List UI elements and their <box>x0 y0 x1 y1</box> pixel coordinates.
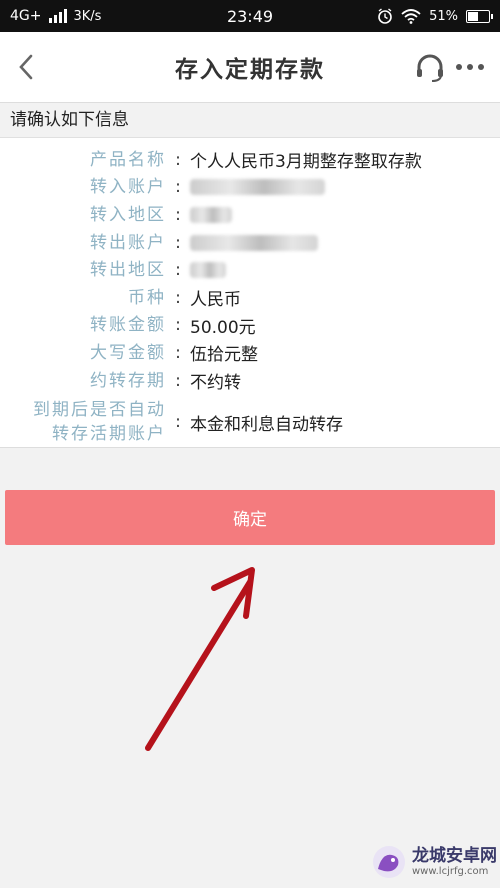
info-row-rollover-term: 约转存期 : 不约转 <box>0 367 500 395</box>
auto-transfer-label-line1: 到期后是否自动 <box>33 400 166 421</box>
redacted-out-account <box>190 234 318 251</box>
redacted-out-region <box>190 262 226 279</box>
info-row-in-account: 转入账户 : <box>0 174 500 202</box>
battery-percent: 51% <box>429 8 458 24</box>
out-region-label: 转出地区 <box>90 260 166 281</box>
in-account-label: 转入账户 <box>90 177 166 198</box>
network-type: 4G+ <box>10 8 42 24</box>
colon: : <box>175 370 181 391</box>
info-row-out-account: 转出账户 : <box>0 229 500 257</box>
confirm-button[interactable]: 确定 <box>5 490 495 545</box>
info-row-in-region: 转入地区 : <box>0 201 500 229</box>
colon: : <box>175 260 181 281</box>
info-row-amount: 转账金额 : 50.00元 <box>0 312 500 340</box>
product-name-value: 个人人民币3月期整存整取存款 <box>190 152 422 173</box>
network-speed: 3K/s <box>73 8 102 24</box>
more-dots-icon[interactable] <box>454 54 486 80</box>
info-row-product: 产品名称 : 个人人民币3月期整存整取存款 <box>0 146 500 174</box>
redacted-in-region <box>190 206 232 223</box>
battery-icon <box>466 9 493 23</box>
product-name-label: 产品名称 <box>90 149 166 170</box>
watermark-title: 龙城安卓网 <box>412 846 497 866</box>
in-region-label: 转入地区 <box>90 204 166 225</box>
auto-transfer-label: 到期后是否自动 转存活期账户 <box>0 398 166 446</box>
watermark-url: www.lcjrfg.com <box>412 866 489 877</box>
watermark-logo-icon <box>373 846 405 878</box>
amount-label: 转账金额 <box>90 315 166 336</box>
nav-bar: 存入定期存款 <box>0 32 500 103</box>
colon: : <box>175 315 181 336</box>
red-arrow-annotation <box>145 567 255 751</box>
rollover-term-value: 不约转 <box>190 373 241 394</box>
alarm-icon <box>378 8 392 24</box>
amount-upper-label: 大写金额 <box>90 342 166 363</box>
colon: : <box>175 149 181 170</box>
out-account-label: 转出账户 <box>90 232 166 253</box>
colon: : <box>175 204 181 225</box>
rollover-term-label: 约转存期 <box>90 370 166 391</box>
amount-value: 50.00元 <box>190 317 256 338</box>
colon: : <box>175 342 181 363</box>
info-panel: 产品名称 : 个人人民币3月期整存整取存款 转入账户 : 转入地区 : 转出账户… <box>0 138 500 448</box>
colon: : <box>175 287 181 308</box>
amount-upper-value: 伍拾元整 <box>190 345 258 366</box>
status-bar: 4G+ 3K/s 23:49 51% <box>0 0 500 32</box>
colon: : <box>175 177 181 198</box>
auto-transfer-label-line2: 转存活期账户 <box>52 424 166 445</box>
colon: : <box>175 412 181 433</box>
currency-label: 币种 <box>128 287 166 308</box>
status-right: 51% <box>377 8 493 24</box>
signal-icon <box>48 9 67 23</box>
colon: : <box>175 232 181 253</box>
watermark-text: 龙城安卓网 www.lcjrfg.com <box>412 846 497 878</box>
watermark: 龙城安卓网 www.lcjrfg.com <box>372 845 497 879</box>
redacted-in-account <box>190 179 325 196</box>
info-row-currency: 币种 : 人民币 <box>0 284 500 312</box>
auto-transfer-value: 本金和利息自动转存 <box>190 414 343 435</box>
currency-value: 人民币 <box>190 290 241 311</box>
info-row-amount-upper: 大写金额 : 伍拾元整 <box>0 339 500 367</box>
chevron-left-icon <box>19 54 33 80</box>
info-row-auto-transfer: 到期后是否自动 转存活期账户 : 本金和利息自动转存 <box>0 394 500 450</box>
info-row-out-region: 转出地区 : <box>0 256 500 284</box>
headset-icon[interactable] <box>414 52 446 84</box>
status-left: 4G+ 3K/s <box>10 8 101 24</box>
section-header: 请确认如下信息 <box>0 103 500 138</box>
back-button[interactable] <box>8 49 44 85</box>
wifi-icon <box>401 9 421 24</box>
